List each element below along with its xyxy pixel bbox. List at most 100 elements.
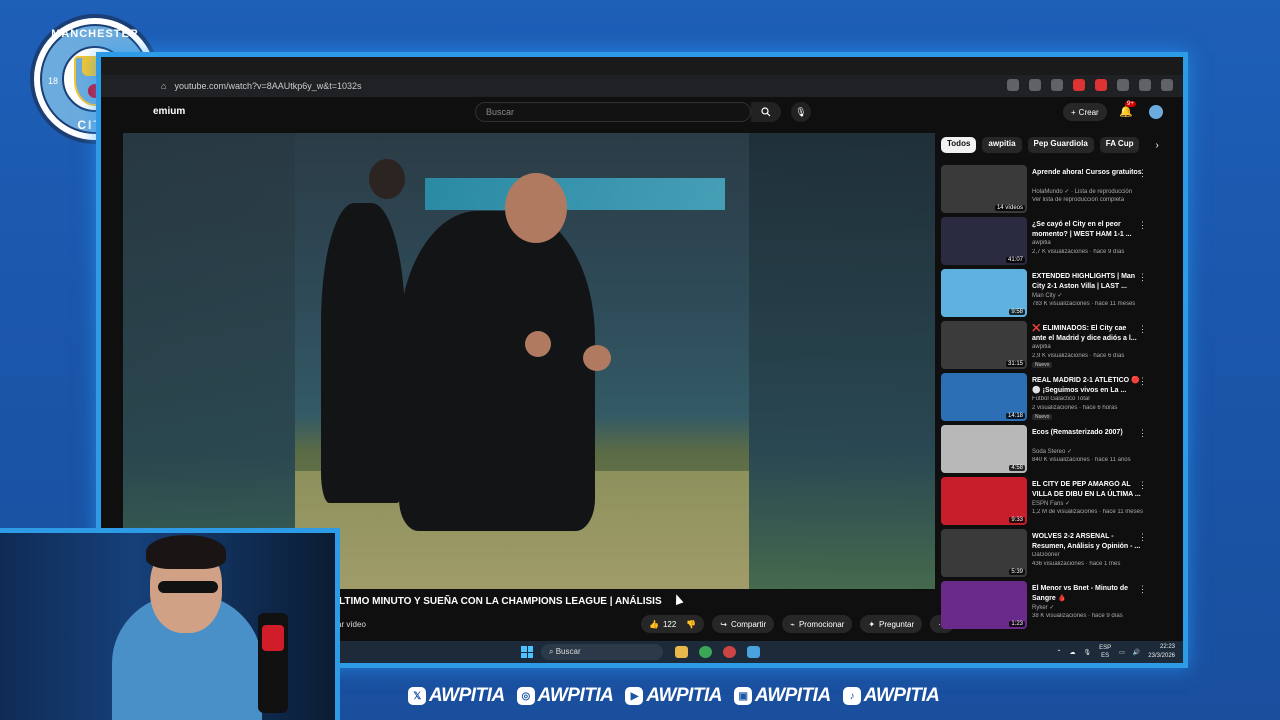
rec-channel: HolaMundo ✓ · Lista de reproducción [1032, 189, 1133, 195]
rec-title[interactable]: EL CITY DE PEP AMARGÓ AL VILLA DE DIBU E… [1032, 480, 1142, 499]
chevron-up-icon[interactable]: ⌃ [1056, 649, 1061, 656]
rec-title[interactable]: EXTENDED HIGHLIGHTS | Man City 2-1 Aston… [1032, 272, 1142, 291]
stadium-banner [425, 178, 725, 210]
menu-dots-icon[interactable] [1161, 79, 1173, 91]
more-vert-icon[interactable]: ⋮ [1138, 532, 1147, 543]
video-thumbnail[interactable]: 14 vídeos [941, 165, 1027, 213]
list-item[interactable]: 9:58 EXTENDED HIGHLIGHTS | Man City 2-1 … [941, 269, 1155, 321]
video-thumbnail[interactable]: 31:15 [941, 321, 1027, 369]
rec-title[interactable]: Ecos (Remasterizado 2007) [1032, 428, 1142, 438]
list-item[interactable]: 1:23 El Menor vs Bnet - Minuto de Sangre… [941, 581, 1155, 633]
like-button[interactable]: 👍 122 👎 [641, 615, 705, 633]
more-vert-icon[interactable]: ⋮ [1138, 272, 1147, 283]
mic-icon: 🎙 [795, 106, 807, 117]
instagram-icon: ◎ [516, 687, 535, 705]
assistant-figure [321, 203, 405, 503]
cast-icon[interactable] [1007, 79, 1019, 91]
thumbs-down-icon[interactable]: 👎 [686, 620, 696, 629]
twitch-icon: ▣ [734, 687, 753, 705]
bookmark-star-icon[interactable] [1051, 79, 1063, 91]
list-item[interactable]: 9:33 EL CITY DE PEP AMARGÓ AL VILLA DE D… [941, 477, 1155, 529]
video-thumbnail[interactable]: 41:07 [941, 217, 1027, 265]
list-item[interactable]: 4:58 Ecos (Remasterizado 2007) Soda Ster… [941, 425, 1155, 477]
extension-icon[interactable] [1095, 79, 1107, 91]
youtube-logo[interactable]: emium [153, 106, 185, 117]
video-blur-left [123, 133, 295, 589]
more-vert-icon[interactable]: ⋮ [1138, 376, 1147, 387]
search-button[interactable] [751, 102, 781, 122]
list-item[interactable]: 14:18 REAL MADRID 2-1 ATLÉTICO 🔴 ⚪ ¡Segu… [941, 373, 1155, 425]
list-item[interactable]: 41:07 ¿Se cayó el City en el peor moment… [941, 217, 1155, 269]
chrome-icon[interactable] [699, 646, 712, 658]
social-twitch: ▣ AWPITIA [734, 685, 831, 707]
video-thumbnail[interactable]: 5:39 [941, 529, 1027, 577]
ask-button[interactable]: ✦ Preguntar [860, 615, 923, 633]
clock[interactable]: 22:23 23/3/2026 [1148, 643, 1175, 661]
microphone-filter [262, 625, 284, 651]
more-vert-icon[interactable]: ⋮ [1138, 428, 1147, 439]
clock-time: 22:23 [1159, 644, 1175, 650]
save-video-button[interactable]: ar vídeo [337, 620, 366, 629]
social-instagram: ◎ AWPITIA [516, 685, 614, 707]
voice-search-button[interactable]: 🎙 [791, 102, 811, 122]
rec-title[interactable]: Aprende ahora! Cursos gratuitos [1032, 168, 1142, 178]
mic-icon[interactable]: 🎙 [1084, 649, 1092, 656]
rec-channel: Soda Stereo ✓ [1032, 449, 1073, 455]
rec-title[interactable]: ❌ ELIMINADOS: El City cae ante el Madrid… [1032, 324, 1142, 343]
language-indicator[interactable]: ESP ES [1099, 644, 1111, 660]
chip-todos[interactable]: Todos [941, 137, 977, 153]
rec-channel: awpitia [1032, 344, 1051, 350]
social-handles: 𝕏 AWPITIA ◎ AWPITIA ▶ AWPITIA ▣ AWPITIA ♪ AWP… [408, 685, 940, 707]
video-player[interactable] [123, 133, 935, 589]
search-input[interactable]: Buscar [475, 102, 751, 122]
list-item[interactable]: 5:39 WOLVES 2-2 ARSENAL - Resumen, Análi… [941, 529, 1155, 581]
rec-title[interactable]: ¿Se cayó el City en el peor momento? | W… [1032, 220, 1142, 239]
more-vert-icon[interactable]: ⋮ [1138, 584, 1147, 595]
address-bar[interactable]: ⌂ youtube.com/watch?v=8AAUtkp6y_w&t=1032… [101, 75, 1183, 97]
create-button[interactable]: + Crear [1063, 103, 1107, 121]
filter-chips: Todos awpitia Pep Guardiola FA Cup › [941, 137, 1159, 153]
social-handle: AWPITIA [646, 685, 723, 706]
rec-channel: Man City ✓ [1032, 293, 1063, 299]
more-vert-icon[interactable]: ⋮ [1138, 480, 1147, 491]
rec-title[interactable]: WOLVES 2-2 ARSENAL - Resumen, Análisis y… [1032, 532, 1142, 551]
zoom-icon[interactable] [1029, 79, 1041, 91]
more-vert-icon[interactable]: ⋮ [1138, 168, 1147, 179]
home-icon[interactable]: ⌂ [161, 81, 166, 91]
list-item[interactable]: 31:15 ❌ ELIMINADOS: El City cae ante el … [941, 321, 1155, 373]
rec-title[interactable]: REAL MADRID 2-1 ATLÉTICO 🔴 ⚪ ¡Seguimos v… [1032, 376, 1142, 395]
share-button[interactable]: ↪ Compartir [712, 615, 775, 633]
rec-title[interactable]: El Menor vs Bnet - Minuto de Sangre 🩸 [1032, 584, 1142, 603]
chevron-right-icon[interactable]: › [1155, 140, 1158, 151]
chip-pep-guardiola[interactable]: Pep Guardiola [1027, 137, 1094, 153]
more-vert-icon[interactable]: ⋮ [1138, 220, 1147, 231]
extension-icon[interactable] [1073, 79, 1085, 91]
video-thumbnail[interactable]: 1:23 [941, 581, 1027, 629]
chip-fa-cup[interactable]: FA Cup [1099, 137, 1140, 153]
promote-button[interactable]: ⌁ Promocionar [782, 615, 853, 633]
volume-icon[interactable]: 🔊 [1133, 649, 1140, 656]
puzzle-icon[interactable] [1117, 79, 1129, 91]
video-thumbnail[interactable]: 14:18 [941, 373, 1027, 421]
taskbar-search-input[interactable]: ⌕ Buscar [541, 644, 663, 660]
cloud-icon[interactable]: ☁ [1070, 649, 1076, 656]
url-text[interactable]: youtube.com/watch?v=8AAUtkp6y_w&t=1032s [174, 81, 361, 91]
chip-awpitia[interactable]: awpitia [982, 137, 1022, 153]
duration-label: 5:39 [1009, 569, 1025, 575]
video-thumbnail[interactable]: 9:58 [941, 269, 1027, 317]
network-icon[interactable]: ▭ [1119, 649, 1125, 656]
video-thumbnail[interactable]: 9:33 [941, 477, 1027, 525]
avatar[interactable] [1149, 105, 1163, 119]
notes-icon[interactable] [747, 646, 760, 658]
video-thumbnail[interactable]: 4:58 [941, 425, 1027, 473]
file-explorer-icon[interactable] [675, 646, 688, 658]
list-item[interactable]: 14 vídeos Aprende ahora! Cursos gratuito… [941, 165, 1155, 217]
system-tray: ⌃ ☁ 🎙 ESP ES ▭ 🔊 22:23 23/3/2026 [1056, 643, 1175, 661]
profile-icon[interactable] [1139, 79, 1151, 91]
more-vert-icon[interactable]: ⋮ [1138, 324, 1147, 335]
notification-badge: 9+ [1125, 101, 1136, 107]
app-icon[interactable] [723, 646, 736, 658]
coach-fist [525, 331, 551, 357]
windows-start-icon[interactable] [521, 646, 533, 658]
youtube-header: emium Buscar 🎙 + Crear 🔔 9+ [101, 97, 1183, 127]
